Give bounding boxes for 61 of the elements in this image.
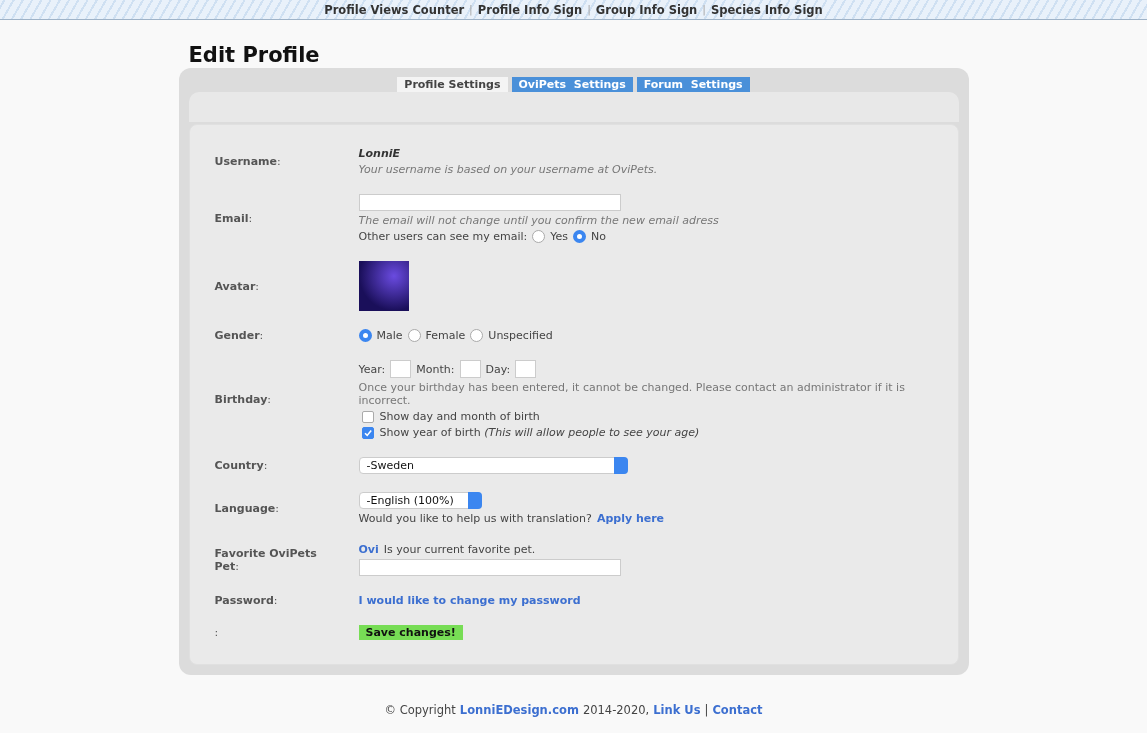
field-label: Email:	[214, 212, 254, 225]
field-label: :	[214, 626, 220, 639]
day-input[interactable]	[515, 360, 537, 378]
nav-link[interactable]: Group Info Sign	[595, 2, 698, 17]
separator: |	[469, 3, 473, 16]
change-password-link[interactable]: I would like to change my password	[358, 594, 581, 607]
avatar-image-placeholder	[358, 261, 409, 311]
separator: |	[704, 703, 709, 717]
birthday-note: Once your birthday has been entered, it cannot be changed. Please contact an administrator if it is incorrect.	[358, 381, 906, 407]
year-label: Year:	[358, 362, 386, 376]
year-input[interactable]	[390, 360, 412, 378]
nav-link[interactable]: Species Info Sign	[711, 2, 823, 17]
radio-label: Unspecified	[488, 329, 553, 342]
pet-link[interactable]: Ovi	[358, 543, 379, 556]
month-input[interactable]	[459, 360, 481, 378]
username-value: LonniE	[358, 147, 400, 160]
day-label: Day:	[485, 362, 511, 376]
field-label: Language:	[214, 502, 280, 515]
field-label: Birthday:	[214, 393, 273, 406]
site-link[interactable]: LonniEDesign.com	[459, 703, 579, 717]
email-input[interactable]	[358, 194, 621, 211]
apply-link[interactable]: Apply here	[596, 512, 665, 525]
tab[interactable]: Profile Settings	[397, 77, 508, 92]
copyright-years: 2014-2020,	[582, 703, 650, 717]
radio-label: Yes	[550, 230, 568, 243]
radio-button[interactable]	[358, 329, 372, 342]
radio-button[interactable]	[470, 329, 484, 342]
contact-link[interactable]: Contact	[712, 703, 763, 717]
checkbox-label: Show day and month of birth	[379, 410, 540, 423]
radio-label: Female	[425, 329, 466, 342]
checkbox[interactable]	[361, 426, 374, 439]
field-label: Country:	[214, 459, 269, 472]
radio-button[interactable]	[532, 230, 546, 243]
checkbox[interactable]	[361, 410, 374, 423]
favorite-pet-input[interactable]	[358, 559, 621, 576]
field-label: Username:	[214, 155, 282, 168]
field-label: Avatar:	[214, 279, 261, 293]
radio-button[interactable]	[407, 329, 421, 342]
field-label: Password:	[214, 594, 279, 607]
copyright-text: © Copyright	[384, 703, 456, 717]
month-label: Month:	[416, 362, 455, 376]
radio-button[interactable]	[573, 230, 586, 243]
separator: |	[587, 3, 591, 16]
email-note: The email will not change until you confirm the new email adress	[358, 214, 719, 227]
translation-prompt: Would you like to help us with translation?	[358, 512, 592, 525]
field-label: Favorite OviPets Pet:	[214, 546, 318, 573]
email-visibility-label: Other users can see my email:	[358, 230, 528, 243]
field-label: Gender:	[214, 329, 265, 342]
link-us-link[interactable]: Link Us	[653, 703, 701, 717]
radio-label: No	[591, 230, 606, 243]
nav-link[interactable]: Profile Views Counter	[324, 2, 465, 17]
country-select[interactable]: -Sweden	[358, 457, 628, 474]
radio-label: Male	[376, 329, 403, 342]
checkbox-label: Show year of birth (This will allow people to see your age)	[379, 426, 700, 439]
favorite-pet-note: Is your current favorite pet.	[383, 543, 536, 556]
separator: |	[702, 3, 706, 16]
nav-link[interactable]: Profile Info Sign	[477, 2, 583, 17]
language-select[interactable]: -English (100%)	[358, 492, 482, 509]
save-button[interactable]: Save changes!	[358, 625, 463, 640]
page-title: Edit Profile	[188, 42, 321, 68]
username-note: Your username is based on your username at OviPets.	[358, 163, 658, 176]
